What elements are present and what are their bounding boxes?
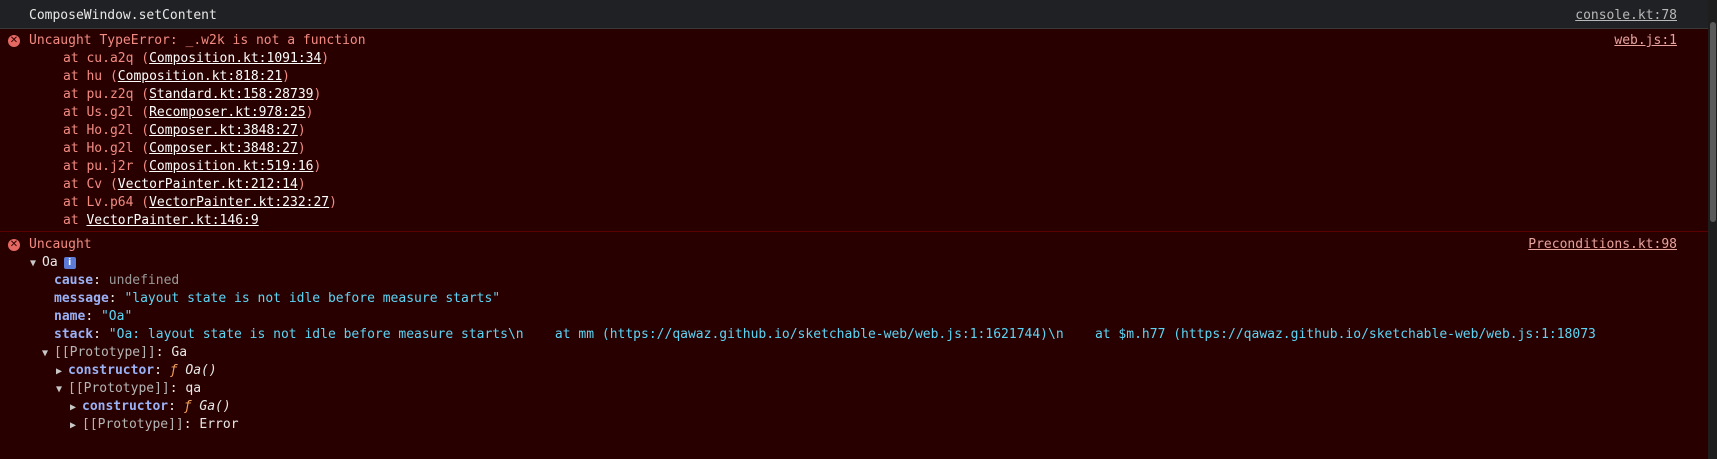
stack-frame-function: Cv	[86, 177, 103, 192]
log-text: ComposeWindow.setContent	[29, 8, 217, 23]
stack-frame-function: hu	[86, 69, 103, 84]
stack-frame-at: at	[63, 51, 79, 66]
log-message-row: ComposeWindow.setContent console.kt:78	[0, 3, 1717, 29]
error-text: Uncaught TypeError: _.w2k is not a funct…	[29, 33, 366, 48]
prop-value: "Oa"	[100, 309, 133, 324]
stack-frame-link[interactable]: Composition.kt:1091:34	[149, 51, 321, 66]
prop-value: undefined	[108, 273, 180, 288]
stack-frame: at Us.g2l (Recomposer.kt:978:25)	[63, 105, 314, 120]
stack-frame: at pu.j2r (Composition.kt:519:16)	[63, 159, 322, 174]
stack-frame-function: Us.g2l	[86, 105, 134, 120]
expand-triangle-right-icon[interactable]: ▶	[70, 399, 82, 417]
prop-key: name	[54, 309, 86, 324]
function-icon: ƒ	[183, 399, 192, 414]
stack-frame-link[interactable]: Composer.kt:3848:27	[149, 141, 298, 156]
stack-frame-at: at	[63, 195, 79, 210]
log-source-link[interactable]: console.kt:78	[1575, 3, 1677, 28]
stack-frame-link[interactable]: Composition.kt:519:16	[149, 159, 313, 174]
stack-frame-at: at	[63, 213, 79, 228]
prototype-qa[interactable]: ▼ [[Prototype]]: qa	[0, 380, 1717, 398]
stack-frame: at Ho.g2l (Composer.kt:3848:27)	[63, 123, 306, 138]
error-icon: ✕	[8, 239, 20, 251]
info-icon[interactable]: i	[63, 256, 76, 269]
prototype-error[interactable]: ▶ [[Prototype]]: Error	[0, 416, 1717, 434]
expand-triangle-down-icon[interactable]: ▼	[30, 255, 42, 273]
prop-key: stack	[54, 327, 94, 342]
stack-frame-link[interactable]: Composition.kt:818:21	[118, 69, 282, 84]
vertical-scrollbar[interactable]	[1708, 0, 1717, 459]
error-text: Uncaught	[29, 237, 92, 252]
function-icon: ƒ	[169, 363, 178, 378]
prototype-ga[interactable]: ▼ [[Prototype]]: Ga	[0, 344, 1717, 362]
stack-frame: at Lv.p64 (VectorPainter.kt:232:27)	[63, 195, 337, 210]
stack-frame-function: cu.a2q	[86, 51, 134, 66]
expand-triangle-down-icon[interactable]: ▼	[56, 381, 68, 399]
error-message-uncaught: ✕ Uncaught Preconditions.kt:98 ▼ Oa i caus…	[0, 232, 1717, 434]
stack-frame-function: pu.z2q	[86, 87, 134, 102]
stack-frame-link[interactable]: VectorPainter.kt:232:27	[149, 195, 329, 210]
prop-key: message	[54, 291, 109, 306]
stack-frame-link[interactable]: VectorPainter.kt:212:14	[118, 177, 298, 192]
expand-triangle-right-icon[interactable]: ▶	[56, 363, 68, 381]
stack-frame: at hu (Composition.kt:818:21)	[63, 69, 290, 84]
error-source-link[interactable]: web.js:1	[1614, 32, 1677, 50]
prop-name: name: "Oa"	[54, 309, 133, 324]
prop-value: "Oa: layout state is not idle before mea…	[108, 327, 1596, 342]
prop-message: message: "layout state is not idle befor…	[54, 291, 501, 306]
stack-frame-at: at	[63, 105, 79, 120]
object-root[interactable]: ▼ Oa i	[0, 254, 1717, 272]
stack-frame-at: at	[63, 69, 79, 84]
stack-frame: at pu.z2q (Standard.kt:158:28739)	[63, 87, 322, 102]
error-header: ✕ Uncaught Preconditions.kt:98	[0, 236, 1717, 254]
stack-frame-link[interactable]: Composer.kt:3848:27	[149, 123, 298, 138]
error-message-typeerror: ✕ Uncaught TypeError: _.w2k is not a fun…	[0, 29, 1717, 232]
stack-trace: at cu.a2q (Composition.kt:1091:34) at hu …	[0, 50, 1717, 212]
prop-stack: stack: "Oa: layout state is not idle bef…	[54, 327, 1596, 342]
error-header: ✕ Uncaught TypeError: _.w2k is not a fun…	[0, 32, 1717, 50]
stack-frame-at: at	[63, 141, 79, 156]
object-name: Oa	[42, 255, 58, 270]
stack-frame-link[interactable]: Recomposer.kt:978:25	[149, 105, 306, 120]
expand-triangle-down-icon[interactable]: ▼	[42, 345, 54, 363]
stack-frame: at Cv (VectorPainter.kt:212:14)	[63, 177, 306, 192]
stack-frame-at: at	[63, 159, 79, 174]
stack-frame-at: at	[63, 177, 79, 192]
error-icon: ✕	[8, 35, 20, 47]
stack-frame-at: at	[63, 87, 79, 102]
constructor-oa[interactable]: ▶ constructor: ƒ Oa()	[0, 362, 1717, 380]
stack-frame-function: Ho.g2l	[86, 123, 134, 138]
stack-frame: at Ho.g2l (Composer.kt:3848:27)	[63, 141, 306, 156]
stack-frame-at: at	[63, 123, 79, 138]
prop-key: cause	[54, 273, 94, 288]
constructor-ga[interactable]: ▶ constructor: ƒ Ga()	[0, 398, 1717, 416]
stack-frame-link[interactable]: Standard.kt:158:28739	[149, 87, 313, 102]
stack-frame-link[interactable]: VectorPainter.kt:146:9	[86, 213, 258, 228]
prop-value: "layout state is not idle before measure…	[124, 291, 501, 306]
stack-frame-function: Ho.g2l	[86, 141, 134, 156]
expand-triangle-right-icon[interactable]: ▶	[70, 417, 82, 435]
stack-frame: at cu.a2q (Composition.kt:1091:34)	[63, 51, 330, 66]
prop-cause: cause: undefined	[54, 273, 180, 288]
stack-frame-function: Lv.p64	[86, 195, 134, 210]
scrollbar-thumb[interactable]	[1710, 22, 1716, 222]
error-source-link[interactable]: Preconditions.kt:98	[1528, 236, 1677, 254]
stack-frame-function: pu.j2r	[86, 159, 134, 174]
stack-frame: at VectorPainter.kt:146:9	[0, 212, 1717, 230]
